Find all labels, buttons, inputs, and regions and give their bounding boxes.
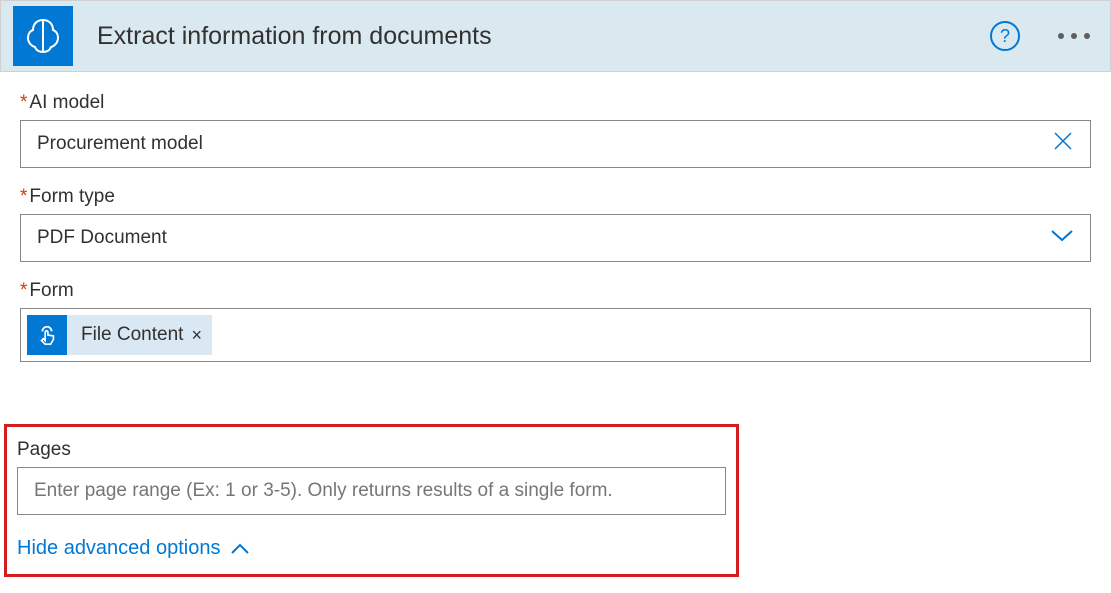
pages-field: Pages	[17, 439, 726, 515]
tap-icon	[36, 324, 58, 346]
hide-advanced-label: Hide advanced options	[17, 537, 220, 560]
card-header: Extract information from documents ?	[0, 0, 1111, 72]
form-type-select[interactable]: PDF Document	[20, 214, 1091, 262]
file-content-chip[interactable]: File Content ×	[27, 315, 212, 355]
more-menu-button[interactable]	[1050, 25, 1098, 47]
ai-brain-icon	[23, 16, 63, 56]
card-title: Extract information from documents	[97, 22, 990, 51]
file-content-icon-box	[27, 315, 67, 355]
form-input[interactable]: File Content ×	[20, 308, 1091, 362]
form-body: AI model Procurement model Form type PDF…	[0, 72, 1111, 362]
clear-ai-model-icon[interactable]	[1052, 130, 1074, 158]
chip-label: File Content	[81, 324, 183, 346]
ai-model-value: Procurement model	[37, 133, 203, 155]
header-actions: ?	[990, 21, 1098, 51]
pages-input[interactable]	[34, 480, 709, 502]
chevron-down-icon[interactable]	[1050, 227, 1074, 249]
hide-advanced-toggle[interactable]: Hide advanced options	[17, 537, 726, 560]
help-icon[interactable]: ?	[990, 21, 1020, 51]
form-label: Form	[20, 280, 1091, 302]
form-type-field: Form type PDF Document	[20, 186, 1091, 262]
pages-highlight-box: Pages Hide advanced options	[4, 424, 739, 577]
ai-model-field: AI model Procurement model	[20, 92, 1091, 168]
ai-model-input[interactable]: Procurement model	[20, 120, 1091, 168]
form-field: Form File Content ×	[20, 280, 1091, 362]
brain-icon-box	[13, 6, 73, 66]
pages-input-wrapper[interactable]	[17, 467, 726, 515]
pages-label: Pages	[17, 439, 726, 461]
ai-model-label: AI model	[20, 92, 1091, 114]
remove-chip-icon[interactable]: ×	[191, 325, 202, 346]
chevron-up-icon	[230, 543, 250, 555]
form-type-label: Form type	[20, 186, 1091, 208]
form-type-value: PDF Document	[37, 227, 167, 249]
